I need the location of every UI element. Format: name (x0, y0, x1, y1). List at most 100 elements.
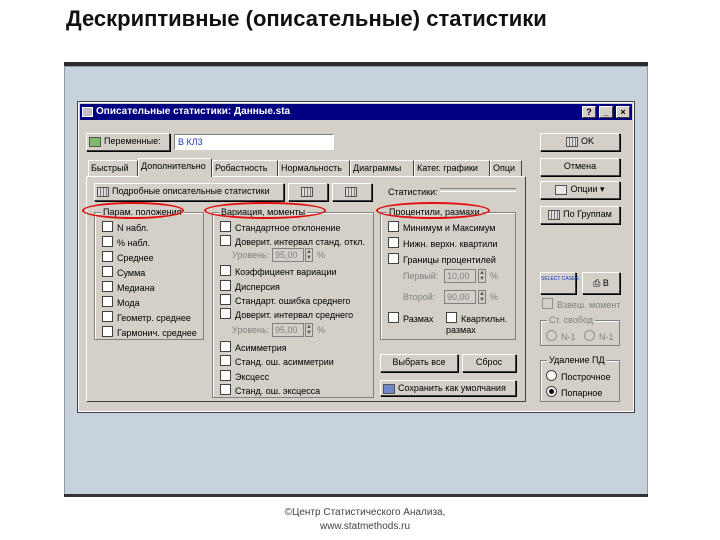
level1-label: Уровень: (232, 250, 270, 260)
tab-advanced[interactable]: Дополнительно (138, 158, 212, 177)
checkbox-percent-valid[interactable]: % набл. (102, 236, 150, 249)
level2-label: Уровень: (232, 325, 270, 335)
help-button[interactable]: ? (582, 106, 596, 118)
chart-icon (300, 186, 313, 197)
checkbox-mean[interactable]: Среднее (102, 251, 154, 264)
groups-icon (548, 209, 561, 220)
radio-casewise[interactable]: Построчное (546, 370, 611, 383)
second-percentile-label: Второй: (403, 292, 436, 302)
checkbox-quartile-range[interactable]: Квартильн. размах (446, 312, 510, 336)
select-cases-button[interactable]: SELECT CASES (540, 272, 579, 294)
footer: ©Центр Статистического Анализа, www.stat… (200, 506, 530, 534)
checkbox-quartiles[interactable]: Нижн. верхн. квартили (388, 237, 497, 250)
app-icon (82, 107, 93, 117)
df-group-label: Ст. свобод (547, 315, 596, 325)
missing-data-group-label: Удаление ПД (547, 355, 607, 365)
radio-df-2[interactable]: N-1 (584, 330, 614, 343)
checkbox-mean-ci[interactable]: Доверит. интервал среднего (220, 308, 353, 321)
first-percentile-input[interactable]: 10,00 (444, 269, 476, 283)
histogram-button[interactable] (332, 183, 372, 201)
close-button[interactable]: × (616, 106, 630, 118)
checkbox-n-valid[interactable]: N набл. (102, 221, 148, 234)
variables-button-label: Переменные: (104, 136, 161, 146)
save-defaults-button[interactable]: Сохранить как умолчания (380, 380, 516, 396)
save-defaults-button-label: Сохранить как умолчания (398, 383, 506, 393)
checkbox-std-dev-ci[interactable]: Доверит. интервал станд. откл. (220, 235, 365, 248)
checkbox-skewness-se[interactable]: Станд. ош. асимметрии (220, 355, 334, 368)
ok-button[interactable]: OK (540, 133, 620, 151)
checkbox-median[interactable]: Медиана (102, 281, 155, 294)
second-percentile-unit: % (490, 292, 499, 302)
by-groups-button[interactable]: По Группам (540, 206, 620, 224)
tab-categorized-charts[interactable]: Катег. графики (414, 160, 490, 176)
level1-stepper[interactable]: ▲ ▼ (305, 248, 313, 262)
checkbox-range[interactable]: Размах (388, 312, 433, 325)
checkbox-kurtosis-se[interactable]: Станд. ош. эксцесса (220, 384, 320, 397)
radio-df-1[interactable]: N-1 (546, 330, 576, 343)
full-stats-button-label: Подробные описательные статистики (112, 186, 270, 196)
level2-stepper[interactable]: ▲ ▼ (305, 323, 313, 337)
histogram-icon (344, 186, 357, 197)
select-all-button[interactable]: Выбрать все (380, 354, 458, 372)
footer-url: www.statmethods.ru (319, 521, 411, 532)
first-percentile-label: Первый: (403, 271, 439, 281)
variables-field[interactable]: В КЛ3 (174, 134, 334, 150)
tab-robust[interactable]: Робастность (212, 160, 278, 176)
tab-quick[interactable]: Быстрый (88, 160, 138, 176)
table-icon (97, 186, 109, 197)
checkbox-coef-variation[interactable]: Коэффициент вариации (220, 265, 336, 278)
variables-icon (89, 136, 101, 147)
summary-box-button[interactable] (288, 183, 328, 201)
checkbox-skewness[interactable]: Асимметрия (220, 341, 287, 354)
second-percentile-input[interactable]: 90,00 (444, 290, 476, 304)
checkbox-std-dev[interactable]: Стандартное отклонение (220, 221, 340, 234)
checkbox-weighted-moments[interactable]: Взвеш. момент (542, 298, 621, 311)
statistics-label: Статистики: (388, 187, 438, 197)
level1-input[interactable]: 95,00 (272, 248, 304, 262)
summary-table-icon (565, 136, 578, 147)
checkbox-std-error[interactable]: Стандарт. ошибка среднего (220, 294, 350, 307)
level2-unit: % (317, 325, 326, 335)
options-button[interactable]: Опции ▾ (540, 181, 620, 199)
variables-button[interactable]: Переменные: (86, 133, 170, 151)
options-icon (555, 184, 568, 195)
footer-copyright: ©Центр Статистического Анализа, (284, 507, 446, 518)
save-icon (383, 383, 395, 394)
first-percentile-stepper[interactable]: ▲ ▼ (478, 269, 486, 283)
level1-unit: % (317, 250, 326, 260)
checkbox-mode[interactable]: Мода (102, 296, 140, 309)
options-button-label: Опции (570, 184, 598, 194)
checkbox-variance[interactable]: Дисперсия (220, 280, 280, 293)
checkbox-harmonic-mean[interactable]: Гармонич. среднее (102, 326, 197, 339)
statistics-divider (440, 188, 516, 192)
chevron-down-icon: ▾ (597, 184, 605, 194)
first-percentile-unit: % (490, 271, 499, 281)
print-button-label: В (602, 278, 609, 288)
print-button[interactable]: ⎙ В (582, 272, 620, 294)
cancel-button[interactable]: Отмена (540, 158, 620, 176)
tab-options[interactable]: Опци (490, 160, 522, 176)
moments-group-label: Вариация, моменты (219, 207, 308, 217)
tab-charts[interactable]: Диаграммы (350, 160, 414, 176)
checkbox-geometric-mean[interactable]: Геометр. среднее (102, 311, 191, 324)
checkbox-percentile-bounds[interactable]: Границы процентилей (388, 253, 496, 266)
by-groups-button-label: По Группам (563, 209, 612, 219)
reset-button[interactable]: Сброс (462, 354, 516, 372)
slide-title: Дескриптивные (описательные) статистики (66, 6, 547, 31)
checkbox-kurtosis[interactable]: Эксцесс (220, 370, 269, 383)
level2-input[interactable]: 95,00 (272, 323, 304, 337)
radio-pairwise[interactable]: Попарное (546, 386, 602, 399)
location-group-label: Парам. положения (101, 207, 184, 217)
checkbox-min-max[interactable]: Минимум и Максимум (388, 221, 495, 234)
dialog-titlebar: Описательные статистики: Данные.sta ? _ … (80, 104, 632, 120)
full-stats-button[interactable]: Подробные описательные статистики (94, 183, 284, 201)
second-percentile-stepper[interactable]: ▲ ▼ (478, 290, 486, 304)
ok-button-label: OK (580, 136, 594, 146)
frame-bottom-rule (64, 494, 648, 497)
minimize-button[interactable]: _ (599, 106, 613, 118)
printer-icon: ⎙ (593, 278, 603, 288)
tab-normality[interactable]: Нормальность (278, 160, 350, 176)
percentiles-group-label: Процентили, размахи (387, 207, 482, 217)
checkbox-sum[interactable]: Сумма (102, 266, 145, 279)
dialog-title: Описательные статистики: Данные.sta (96, 106, 291, 117)
